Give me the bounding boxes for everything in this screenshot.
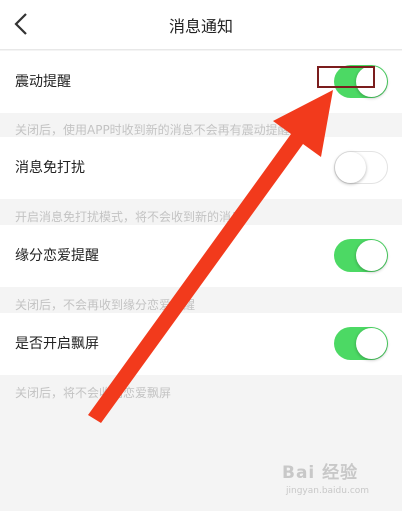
baidu-watermark: Bai 经验 jingyan.baidu.com [282,458,392,504]
setting-label: 是否开启飘屏 [15,336,99,352]
toggle-knob [335,152,366,183]
watermark-url: jingyan.baidu.com [286,486,370,496]
setting-hint: 关闭后，将不会收到恋爱飘屏 [15,386,172,400]
toggle-knob [356,240,387,271]
setting-label: 缘分恋爱提醒 [15,248,99,264]
setting-row-floating-screen: 是否开启飘屏 [0,313,402,375]
setting-row-love-reminder: 缘分恋爱提醒 [0,225,402,287]
nav-header: 消息通知 [0,0,402,50]
setting-label: 消息免打扰 [15,160,85,176]
setting-hint: 开启消息免打扰模式，将不会收到新的消息 [15,210,244,224]
floating-screen-toggle[interactable] [334,327,388,360]
setting-row-do-not-disturb: 消息免打扰 [0,137,402,199]
toggle-knob [356,328,387,359]
setting-hint: 关闭后，不会再收到缘分恋爱提醒 [15,298,196,312]
love-reminder-toggle[interactable] [334,239,388,272]
setting-label: 震动提醒 [15,74,71,90]
do-not-disturb-toggle[interactable] [334,151,388,184]
highlight-box [317,66,375,88]
setting-hint: 关闭后，使用APP时收到新的消息不会再有震动提醒 [15,123,290,137]
watermark-logo: Bai 经验 [282,463,359,483]
page-title: 消息通知 [168,17,233,36]
